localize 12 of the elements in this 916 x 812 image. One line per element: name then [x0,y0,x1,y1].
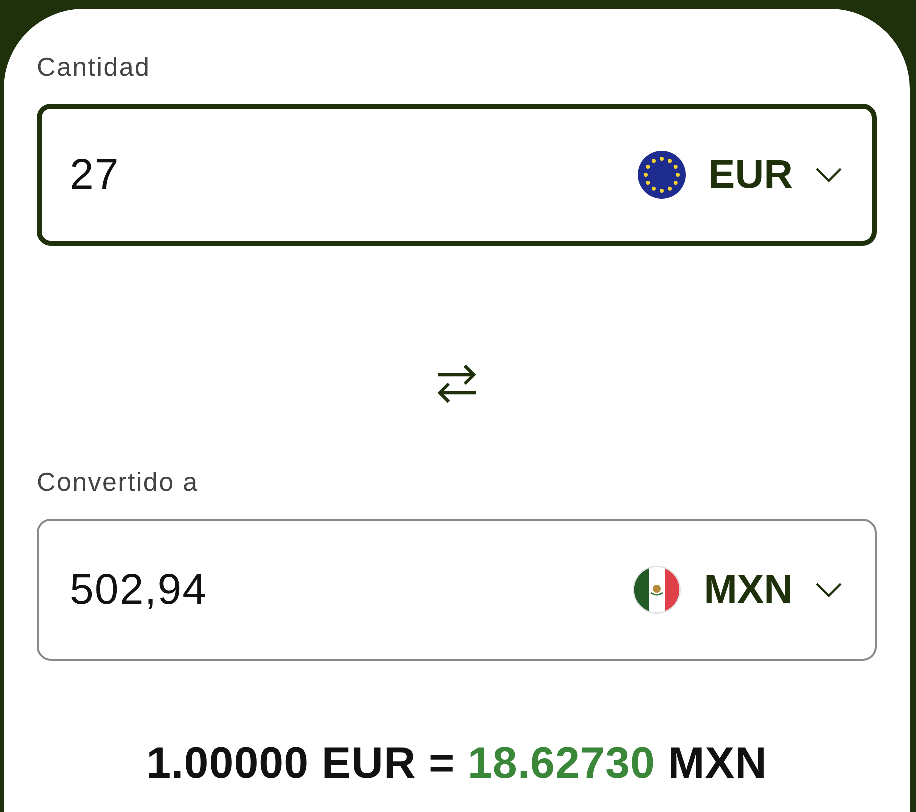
eu-flag-icon [638,151,686,199]
mexico-flag-icon [633,566,682,614]
field-label: Cantidad [37,52,151,82]
exchange-rate-text: 1.00000 EUR = 18.62730 MXN [146,738,768,790]
chevron-down-icon [816,168,842,182]
converted-field[interactable]: 502,94 MXN [37,519,877,661]
currency-selector[interactable]: MXN [633,566,842,614]
swap-icon[interactable] [436,364,478,404]
amount-field[interactable]: 27 EUR [37,104,877,246]
currency-selector[interactable]: EUR [638,151,842,199]
field-label: Convertido a [37,467,199,497]
chevron-down-icon [816,583,842,597]
